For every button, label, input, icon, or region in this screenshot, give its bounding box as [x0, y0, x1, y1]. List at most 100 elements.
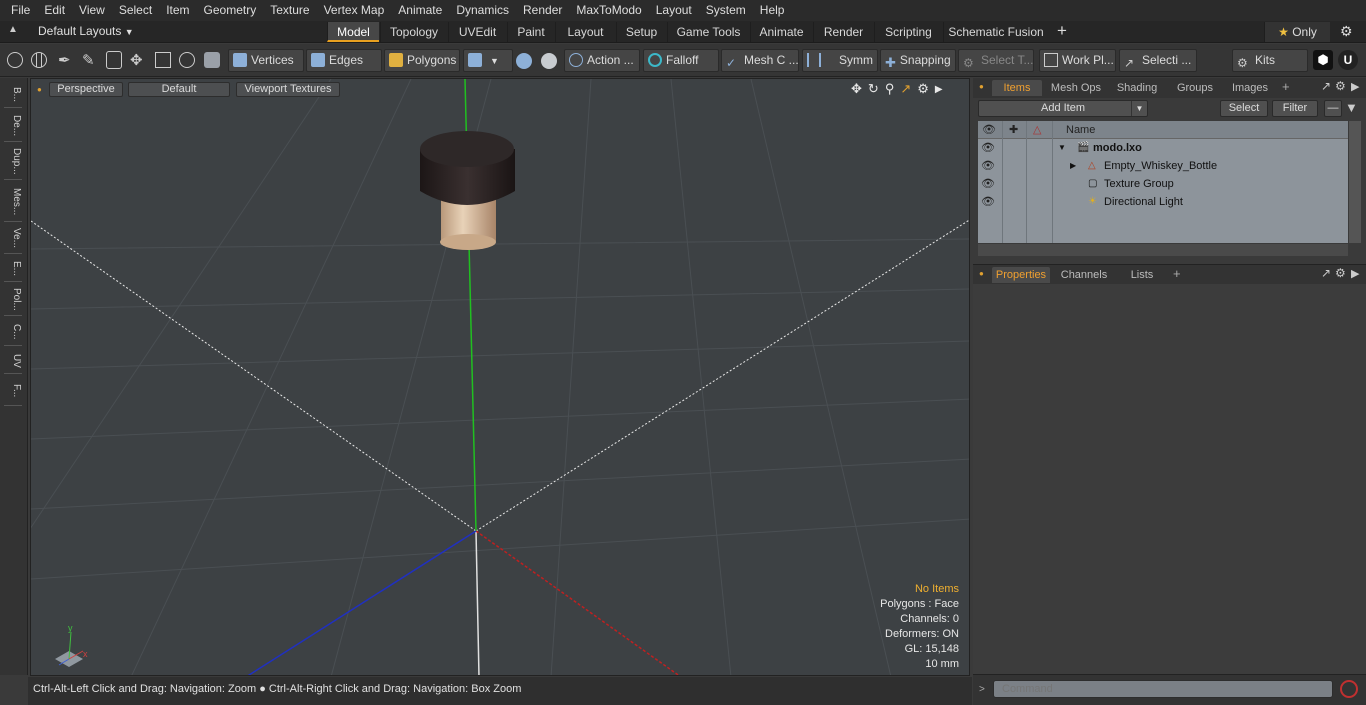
menu-texture[interactable]: Texture — [263, 0, 316, 21]
funnel-icon[interactable]: ▼ — [1345, 100, 1358, 115]
sphere-icon[interactable] — [516, 53, 532, 69]
command-input[interactable] — [993, 680, 1333, 698]
perspective-button[interactable]: Perspective — [49, 82, 123, 97]
panel-more-icon[interactable]: ▶ — [1351, 267, 1359, 280]
bottle-cork-model[interactable] — [420, 131, 515, 250]
add-item-button[interactable]: Add Item ▼ — [978, 100, 1148, 117]
menu-geometry[interactable]: Geometry — [197, 0, 264, 21]
maximize-icon[interactable]: ↗ — [1321, 79, 1331, 93]
pan-icon[interactable]: ✥ — [851, 81, 862, 97]
viewport-menu-dot-icon[interactable]: ● — [37, 85, 42, 94]
action-center-button[interactable]: Action ... — [564, 49, 640, 72]
vertices-button[interactable]: Vertices — [228, 49, 304, 72]
tab-uvedit[interactable]: UVEdit — [448, 22, 506, 42]
eye-icon[interactable]: 👁 — [981, 139, 995, 157]
only-toggle[interactable]: ★ Only — [1264, 22, 1330, 42]
menu-view[interactable]: View — [72, 0, 112, 21]
tab-layout[interactable]: Layout — [555, 22, 615, 42]
eye-icon[interactable]: 👁 — [981, 157, 995, 175]
tab-basic[interactable]: B... — [4, 82, 22, 108]
circle-select-icon[interactable] — [7, 52, 23, 68]
visibility-column-icon[interactable]: 👁 — [982, 121, 996, 139]
viewport-textures-button[interactable]: Viewport Textures — [236, 82, 340, 97]
lock-column-icon[interactable]: ✚ — [1009, 121, 1018, 139]
menu-dynamics[interactable]: Dynamics — [449, 0, 516, 21]
tab-groups[interactable]: Groups — [1167, 80, 1223, 96]
tab-edge[interactable]: E... — [4, 256, 22, 282]
tab-mesh-edit[interactable]: Mes... — [4, 182, 22, 222]
render-column-icon[interactable]: △ — [1033, 121, 1041, 139]
menu-maxtomodo[interactable]: MaxToModo — [569, 0, 648, 21]
falloff-button[interactable]: Falloff — [643, 49, 719, 72]
eye-icon[interactable]: 👁 — [981, 193, 995, 211]
gear-icon[interactable]: ⚙ — [1340, 23, 1353, 40]
material-icon[interactable] — [541, 53, 557, 69]
tab-setup[interactable]: Setup — [616, 22, 666, 42]
tab-mesh-ops[interactable]: Mesh Ops — [1045, 80, 1107, 96]
panel-menu-dot-icon[interactable]: ● — [979, 82, 984, 91]
pen-tool-icon[interactable]: ✒ — [58, 51, 71, 69]
item-mode-button[interactable]: ▼ — [463, 49, 513, 72]
menu-select[interactable]: Select — [112, 0, 159, 21]
globe-icon[interactable] — [31, 52, 47, 68]
tab-items[interactable]: Items — [992, 80, 1042, 96]
tab-topology[interactable]: Topology — [380, 22, 447, 42]
kits-button[interactable]: ⚙ Kits — [1232, 49, 1308, 72]
menu-system[interactable]: System — [699, 0, 753, 21]
work-plane-button[interactable]: Work Pl... — [1039, 49, 1116, 72]
unreal-icon[interactable]: U — [1338, 50, 1358, 70]
tab-channels[interactable]: Channels — [1055, 267, 1113, 283]
edges-button[interactable]: Edges — [306, 49, 382, 72]
collapse-icon[interactable]: — — [1324, 100, 1342, 117]
chevron-right-icon[interactable]: ▶ — [935, 84, 943, 95]
viewport-gear-icon[interactable]: ⚙ — [917, 81, 929, 97]
tab-animate[interactable]: Animate — [750, 22, 812, 42]
fit-icon[interactable]: ↗ — [900, 81, 911, 97]
cube-icon[interactable]: ⬢ — [1313, 50, 1333, 70]
mesh-constraint-button[interactable]: ✓ Mesh C ... — [721, 49, 799, 72]
snapping-button[interactable]: ✚ Snapping — [880, 49, 956, 72]
select-through-button[interactable]: ⚙ Select T... — [958, 49, 1034, 72]
box-select-icon[interactable] — [155, 52, 171, 68]
menu-vertex-map[interactable]: Vertex Map — [317, 0, 392, 21]
filter-button[interactable]: Filter — [1272, 100, 1318, 117]
maximize-icon[interactable]: ↗ — [1321, 266, 1331, 280]
tab-fusion[interactable]: F... — [4, 376, 22, 406]
move-icon[interactable]: ✥ — [130, 51, 143, 69]
tab-duplicate[interactable]: Dup... — [4, 144, 22, 180]
panel-gear-icon[interactable]: ⚙ — [1335, 79, 1346, 93]
symmetry-button[interactable]: Symm ... — [802, 49, 878, 72]
panel-more-icon[interactable]: ▶ — [1351, 80, 1359, 93]
3d-viewport[interactable]: y x ● Perspective Default Viewport Textu… — [30, 78, 970, 676]
items-scrollbar[interactable] — [1349, 121, 1361, 243]
items-horizontal-scrollbar[interactable] — [978, 244, 1348, 256]
add-panel-tab-icon[interactable]: + — [1173, 266, 1181, 281]
tree-row-scene[interactable]: 👁 ▼ 🎬 modo.lxo — [978, 139, 1348, 157]
layers-icon[interactable] — [106, 51, 122, 69]
brush-icon[interactable]: ✎ — [82, 51, 95, 69]
panel-menu-dot-icon[interactable]: ● — [979, 269, 984, 278]
zoom-icon[interactable]: ⚲ — [885, 81, 895, 97]
expand-down-icon[interactable]: ▼ — [1058, 139, 1066, 157]
menu-help[interactable]: Help — [753, 0, 792, 21]
tab-vertex[interactable]: Ve... — [4, 224, 22, 254]
rotate-icon[interactable]: ↻ — [868, 81, 879, 97]
tab-scripting[interactable]: Scripting — [874, 22, 942, 42]
shading-button[interactable]: Default — [128, 82, 230, 97]
menu-layout[interactable]: Layout — [649, 0, 699, 21]
panel-gear-icon[interactable]: ⚙ — [1335, 266, 1346, 280]
record-icon[interactable] — [1340, 680, 1358, 698]
layout-selector[interactable]: Default Layouts ▼ — [38, 24, 134, 38]
add-panel-tab-icon[interactable]: + — [1282, 79, 1290, 94]
tree-row-texture-group[interactable]: 👁 ▢ Texture Group — [978, 175, 1348, 193]
tab-shading[interactable]: Shading — [1109, 80, 1165, 96]
tab-paint[interactable]: Paint — [507, 22, 554, 42]
tab-render[interactable]: Render — [813, 22, 873, 42]
tree-row-light[interactable]: 👁 ☀ Directional Light — [978, 193, 1348, 211]
expand-icon[interactable]: ▲ — [8, 24, 20, 38]
tab-deform[interactable]: De... — [4, 110, 22, 142]
selection-sets-button[interactable]: ↗ Selecti ... — [1119, 49, 1197, 72]
expand-right-icon[interactable]: ▶ — [1070, 157, 1076, 175]
tab-lists[interactable]: Lists — [1119, 267, 1165, 283]
tab-game-tools[interactable]: Game Tools — [667, 22, 749, 42]
